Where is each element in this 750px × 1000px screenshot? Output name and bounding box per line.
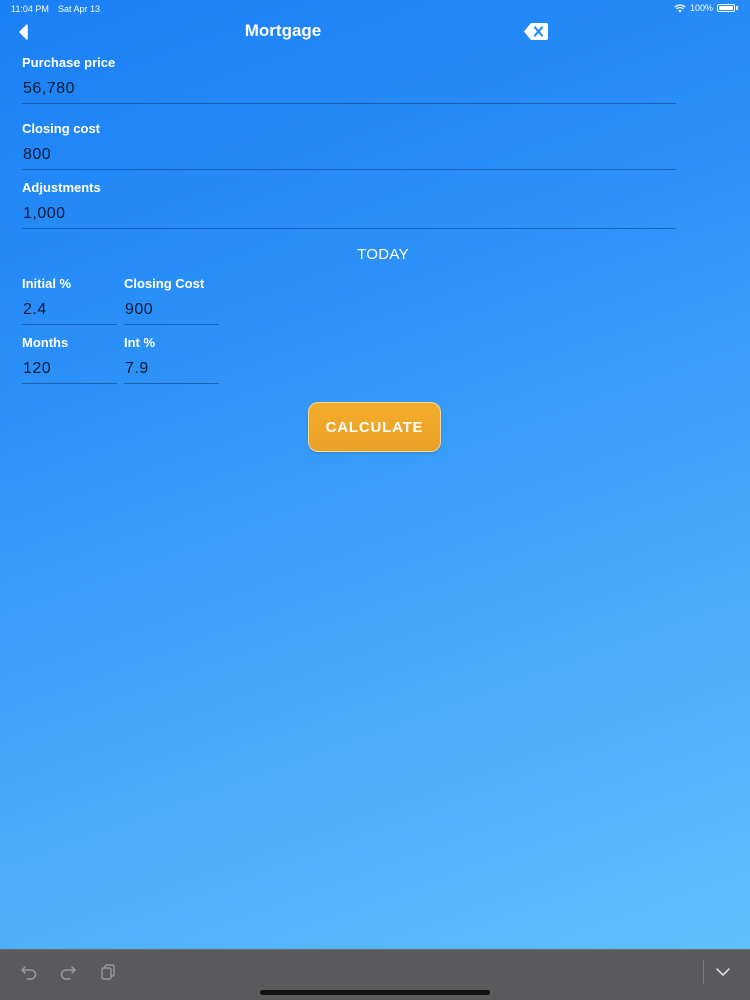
closing-cost-field: Closing cost — [22, 121, 676, 170]
initial-percent-input[interactable] — [22, 295, 117, 325]
battery-tip — [736, 6, 738, 10]
today-closing-cost-field: Closing Cost — [124, 276, 219, 325]
initial-percent-field: Initial % — [22, 276, 117, 325]
interest-percent-input[interactable] — [124, 354, 219, 384]
today-closing-cost-input[interactable] — [124, 295, 219, 325]
battery-level — [719, 6, 733, 10]
interest-percent-field: Int % — [124, 335, 219, 384]
status-date: Sat Apr 13 — [58, 4, 101, 14]
months-input[interactable] — [22, 354, 117, 384]
adjustments-label: Adjustments — [22, 180, 101, 195]
page-title: Mortgage — [244, 21, 322, 40]
calculate-button[interactable]: CALCULATE — [308, 402, 441, 452]
wifi-icon — [674, 3, 686, 12]
home-indicator — [260, 990, 490, 995]
redo-button[interactable] — [58, 962, 78, 982]
initial-percent-label: Initial % — [22, 276, 72, 291]
undo-icon — [21, 966, 37, 980]
paste-icon — [101, 964, 115, 980]
keyboard-dismiss-icon — [716, 968, 730, 976]
backspace-icon — [524, 23, 548, 40]
toolbar-divider — [703, 960, 704, 984]
status-bar: 11:04 PM Sat Apr 13 100% — [0, 0, 750, 18]
purchase-price-label: Purchase price — [22, 55, 116, 70]
interest-percent-label: Int % — [124, 335, 156, 350]
closing-cost-label: Closing cost — [22, 121, 101, 136]
adjustments-input[interactable] — [22, 199, 676, 229]
redo-icon — [60, 966, 76, 980]
today-closing-cost-label: Closing Cost — [124, 276, 205, 291]
battery-icon — [717, 4, 735, 12]
undo-button[interactable] — [19, 962, 39, 982]
purchase-price-field: Purchase price — [22, 55, 676, 104]
nav-bar: Mortgage — [0, 18, 750, 46]
adjustments-field: Adjustments — [22, 180, 676, 229]
status-indicators: 100% — [674, 3, 738, 13]
dismiss-keyboard-button[interactable] — [713, 962, 733, 982]
purchase-price-input[interactable] — [22, 74, 676, 104]
clear-button[interactable] — [523, 22, 549, 41]
battery-percent: 100% — [689, 3, 713, 13]
status-time: 11:04 PM — [11, 4, 49, 14]
months-label: Months — [22, 335, 69, 350]
section-title-today: TODAY — [357, 246, 409, 263]
closing-cost-input[interactable] — [22, 140, 676, 170]
months-field: Months — [22, 335, 117, 384]
paste-button[interactable] — [98, 962, 118, 982]
